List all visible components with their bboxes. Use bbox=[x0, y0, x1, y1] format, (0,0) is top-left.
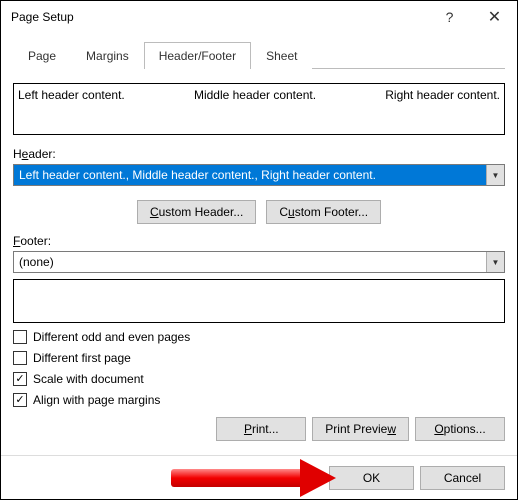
tab-header-footer[interactable]: Header/Footer bbox=[144, 42, 251, 69]
footer-label: Footer: bbox=[13, 234, 505, 248]
checkbox-align[interactable]: ✓ Align with page margins bbox=[13, 393, 505, 407]
print-button[interactable]: Print... bbox=[216, 417, 306, 441]
header-label: Header: bbox=[13, 147, 505, 161]
header-preview: Left header content. Middle header conte… bbox=[13, 83, 505, 135]
dialog-content: Page Margins Header/Footer Sheet Left he… bbox=[1, 33, 517, 451]
checkbox-label: Different odd and even pages bbox=[33, 330, 190, 344]
tabstrip: Page Margins Header/Footer Sheet bbox=[13, 41, 505, 69]
header-preview-center: Middle header content. bbox=[194, 88, 316, 130]
chevron-down-icon[interactable]: ▼ bbox=[486, 165, 504, 185]
checkbox-scale[interactable]: ✓ Scale with document bbox=[13, 372, 505, 386]
tab-panel-header-footer: Left header content. Middle header conte… bbox=[13, 69, 505, 441]
footer-preview bbox=[13, 279, 505, 323]
options-button[interactable]: Options... bbox=[415, 417, 505, 441]
tab-sheet[interactable]: Sheet bbox=[251, 42, 312, 69]
checkbox-label: Different first page bbox=[33, 351, 131, 365]
dialog-title: Page Setup bbox=[11, 10, 427, 24]
tab-margins[interactable]: Margins bbox=[71, 42, 144, 69]
footer-combo-value: (none) bbox=[14, 252, 486, 272]
checkbox-diff-odd-even[interactable]: Different odd and even pages bbox=[13, 330, 505, 344]
header-preview-right: Right header content. bbox=[385, 88, 500, 130]
checkbox-label: Align with page margins bbox=[33, 393, 160, 407]
header-combo[interactable]: Left header content., Middle header cont… bbox=[13, 164, 505, 186]
dialog-button-row: OK Cancel bbox=[1, 455, 517, 500]
checkbox-icon: ✓ bbox=[13, 393, 27, 407]
checkbox-label: Scale with document bbox=[33, 372, 144, 386]
close-button[interactable]: ✕ bbox=[472, 1, 517, 33]
checkbox-icon bbox=[13, 330, 27, 344]
checkbox-icon: ✓ bbox=[13, 372, 27, 386]
chevron-down-icon[interactable]: ▼ bbox=[486, 252, 504, 272]
custom-footer-button[interactable]: Custom Footer... bbox=[266, 200, 381, 224]
footer-combo[interactable]: (none) ▼ bbox=[13, 251, 505, 273]
tab-page[interactable]: Page bbox=[13, 42, 71, 69]
ok-button[interactable]: OK bbox=[329, 466, 414, 490]
cancel-button[interactable]: Cancel bbox=[420, 466, 505, 490]
checkbox-diff-first[interactable]: Different first page bbox=[13, 351, 505, 365]
print-preview-button[interactable]: Print Preview bbox=[312, 417, 409, 441]
titlebar: Page Setup ? ✕ bbox=[1, 1, 517, 33]
header-preview-left: Left header content. bbox=[18, 88, 125, 130]
checkbox-icon bbox=[13, 351, 27, 365]
custom-header-button[interactable]: Custom Header... bbox=[137, 200, 256, 224]
header-combo-value: Left header content., Middle header cont… bbox=[14, 165, 486, 185]
help-button[interactable]: ? bbox=[427, 1, 472, 33]
